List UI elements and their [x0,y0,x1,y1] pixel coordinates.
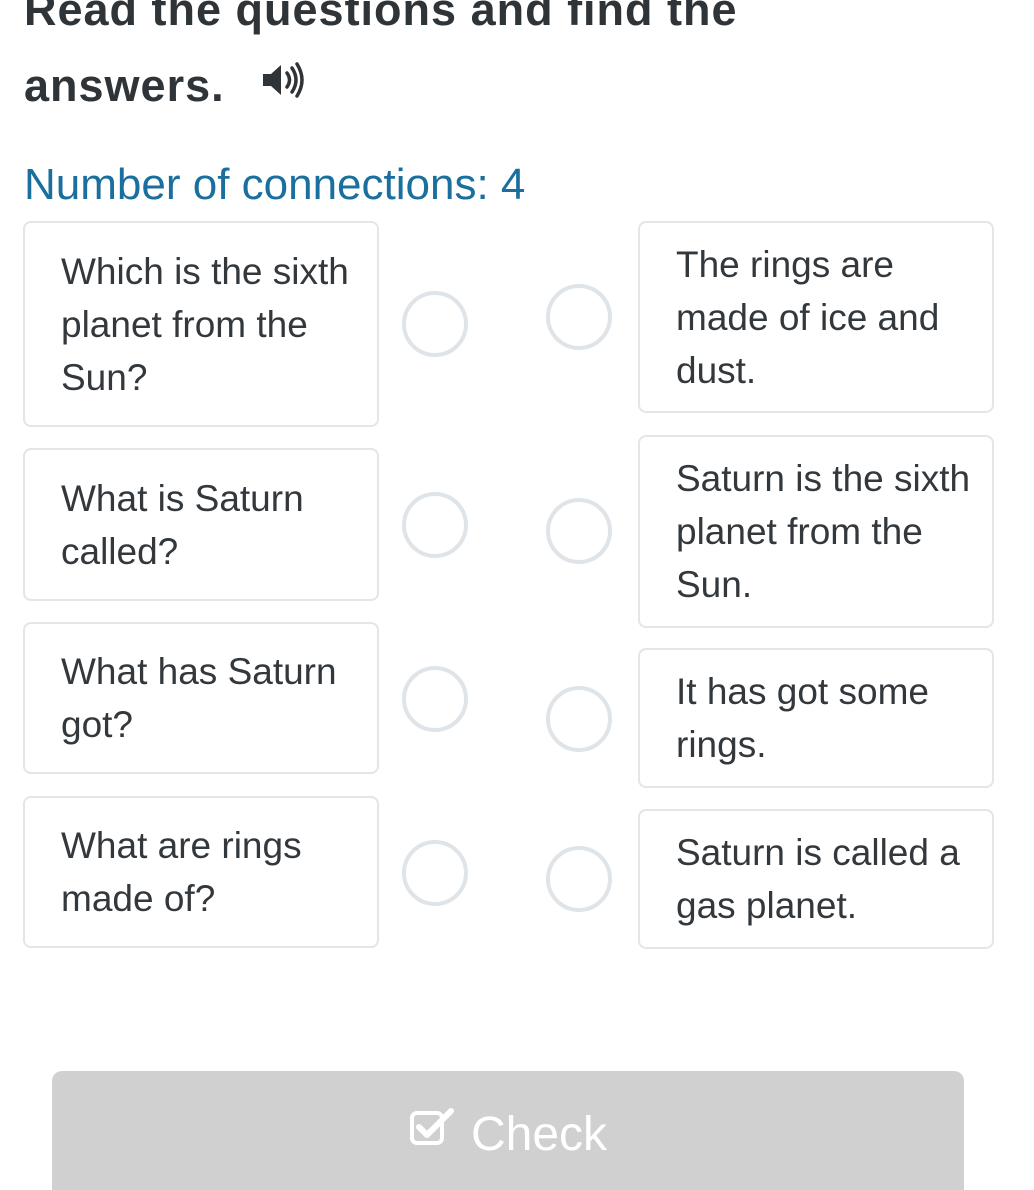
exercise-page: Read the questions and find the answers.… [0,0,1034,1190]
question-connector-4[interactable] [402,840,468,906]
answer-connector-4[interactable] [546,846,612,912]
question-card-3[interactable]: What has Saturn got? [23,622,379,774]
question-connector-2[interactable] [402,492,468,558]
question-text: What are rings made of? [61,825,302,919]
answer-connector-1[interactable] [546,284,612,350]
check-button-label: Check [470,1108,608,1161]
question-text: Which is the sixth planet from the Sun? [61,250,349,398]
question-connector-1[interactable] [402,291,468,357]
instruction-text: Read the questions and find the answers. [24,0,738,111]
connections-count: Number of connections: 4 [24,160,526,209]
question-card-2[interactable]: What is Saturn called? [23,448,379,601]
answer-text: It has got some rings. [676,671,929,765]
answer-text: Saturn is called a gas planet. [676,832,960,926]
question-card-1[interactable]: Which is the sixth planet from the Sun? [23,221,379,427]
check-button[interactable]: Check [52,1071,964,1190]
answer-card-3[interactable]: It has got some rings. [638,648,994,788]
answer-card-1[interactable]: The rings are made of ice and dust. [638,221,994,413]
checkbox-check-icon [409,1104,455,1160]
question-card-4[interactable]: What are rings made of? [23,796,379,948]
answer-connector-2[interactable] [546,498,612,564]
answer-card-2[interactable]: Saturn is the sixth planet from the Sun. [638,435,994,628]
question-connector-3[interactable] [402,666,468,732]
question-text: What has Saturn got? [61,651,337,745]
speaker-icon[interactable] [260,47,306,123]
answer-card-4[interactable]: Saturn is called a gas planet. [638,809,994,949]
question-text: What is Saturn called? [61,477,304,572]
instruction-heading: Read the questions and find the answers. [24,0,924,124]
answer-text: Saturn is the sixth planet from the Sun. [676,458,971,605]
answer-connector-3[interactable] [546,686,612,752]
answer-text: The rings are made of ice and dust. [676,243,940,391]
